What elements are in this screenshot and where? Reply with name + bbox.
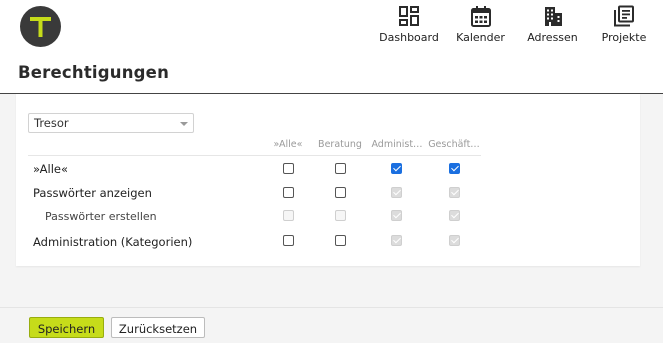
page-title: Berechtigungen xyxy=(18,63,170,82)
nav-dashboard[interactable]: Dashboard xyxy=(379,4,439,48)
checkbox-alle-geschaeftsfuehrung[interactable] xyxy=(449,163,460,174)
logo-t-icon xyxy=(30,17,51,37)
building-icon xyxy=(544,7,562,26)
header-divider xyxy=(28,155,481,156)
checkbox-alle-administration[interactable] xyxy=(391,163,402,174)
nav-addresses-label: Adressen xyxy=(527,31,578,44)
nav-projects[interactable]: Projekte xyxy=(598,4,650,48)
column-header-alle: »Alle« xyxy=(273,139,303,150)
nav-projects-label: Projekte xyxy=(601,31,647,44)
top-bar: Dashboard Kalender Adressen Projekte xyxy=(0,0,663,58)
row-label-passwoerter-anzeigen: Passwörter anzeigen xyxy=(33,186,152,200)
module-select[interactable]: Tresor xyxy=(28,113,194,133)
checkbox-kategorien-geschaeftsfuehrung xyxy=(449,235,460,246)
checkbox-kategorien-administration xyxy=(391,235,402,246)
save-button[interactable]: Speichern xyxy=(29,317,104,338)
checkbox-kategorien-beratung[interactable] xyxy=(335,235,346,246)
nav-calendar-label: Kalender xyxy=(456,31,505,44)
reset-button[interactable]: Zurücksetzen xyxy=(111,317,205,338)
nav-calendar[interactable]: Kalender xyxy=(453,4,508,48)
row-label-passwoerter-erstellen: Passwörter erstellen xyxy=(45,210,157,223)
checkbox-anzeigen-beratung[interactable] xyxy=(335,187,346,198)
dashboard-icon xyxy=(399,6,419,26)
checkbox-erstellen-administration xyxy=(391,210,402,221)
checkbox-anzeigen-administration xyxy=(391,187,402,198)
column-header-geschaeftsfuehrung: Geschäft… xyxy=(428,139,480,150)
checkbox-erstellen-beratung xyxy=(335,210,346,221)
row-label-alle: »Alle« xyxy=(33,162,68,176)
checkbox-anzeigen-alle[interactable] xyxy=(283,187,294,198)
checkbox-kategorien-alle[interactable] xyxy=(283,235,294,246)
checkbox-anzeigen-geschaeftsfuehrung xyxy=(449,187,460,198)
column-header-administration: Administ… xyxy=(371,139,423,150)
chevron-down-icon xyxy=(180,122,188,126)
app-logo[interactable] xyxy=(20,6,61,47)
nav-addresses[interactable]: Adressen xyxy=(525,4,580,48)
nav-dashboard-label: Dashboard xyxy=(379,31,439,44)
checkbox-erstellen-alle xyxy=(283,210,294,221)
module-select-value: Tresor xyxy=(34,116,69,130)
checkbox-alle-beratung[interactable] xyxy=(335,163,346,174)
projects-icon xyxy=(614,5,634,27)
column-header-beratung: Beratung xyxy=(318,139,362,150)
checkbox-alle-alle[interactable] xyxy=(283,163,294,174)
calendar-icon xyxy=(470,6,491,27)
row-label-administration-kategorien: Administration (Kategorien) xyxy=(33,235,193,249)
checkbox-erstellen-geschaeftsfuehrung xyxy=(449,210,460,221)
